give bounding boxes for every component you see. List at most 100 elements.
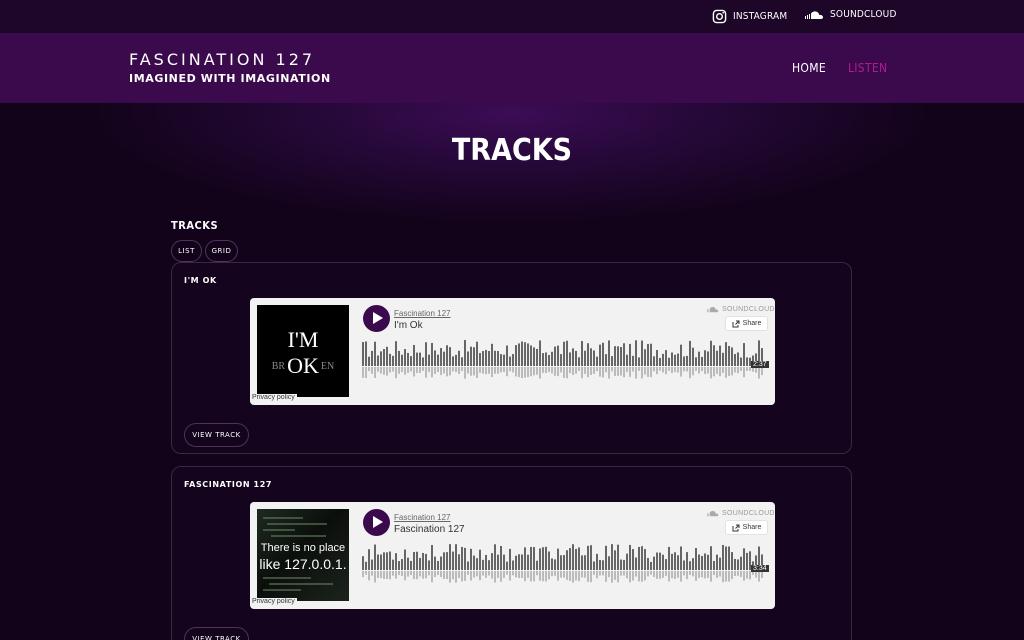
waveform-bar-reflection [431,571,433,583]
soundcloud-brand[interactable]: SOUNDCLOUD [705,510,775,517]
waveform-bar-reflection [578,571,580,582]
waveform-bar-reflection [503,571,505,578]
soundcloud-brand-label: SOUNDCLOUD [722,510,775,517]
waveform-bar-reflection [677,367,679,373]
waveform-bar [455,544,457,570]
waveform-bar [578,547,580,570]
play-button[interactable] [363,509,390,536]
waveform-bar-reflection [629,367,631,377]
waveform-bar-reflection [362,367,364,378]
waveform-bar [530,546,532,570]
waveform-bar [365,561,367,570]
waveform-bar-reflection [413,367,415,377]
waveform-bar [512,560,514,570]
waveform-bar [656,552,658,570]
site-title[interactable]: FASCINATION 127 [129,50,315,69]
grid-view-button[interactable]: GRID [205,240,238,262]
waveform-bar [377,554,379,570]
share-button[interactable]: Share [725,316,768,331]
waveform-bar [386,552,388,570]
waveform-bar [587,545,589,570]
waveform-bar-reflection [563,367,565,378]
artwork-text-left: BR [271,360,286,372]
waveform-bar-reflection [452,367,454,372]
view-track-button[interactable]: VIEW TRACK [184,627,249,640]
waveform-bar [737,352,739,366]
waveform-bar-reflection [479,571,481,581]
view-track-button[interactable]: VIEW TRACK [184,423,249,447]
waveform-bar [518,554,520,570]
waveform-bar [620,347,622,366]
soundcloud-brand[interactable]: SOUNDCLOUD [705,306,775,313]
waveform-bar-reflection [527,367,529,378]
waveform-bar [440,348,442,366]
waveform-bar-reflection [497,367,499,374]
waveform-bar [605,354,607,366]
waveform-bar [458,350,460,366]
waveform-bar-reflection [638,367,640,371]
waveform-bar-reflection [653,571,655,578]
track-artwork[interactable]: I'M BR OK EN [257,305,349,397]
waveform-bar [482,559,484,570]
waveform-bar-reflection [746,571,748,579]
waveform-bar-reflection [758,367,760,379]
waveform-bar-reflection [647,571,649,577]
waveform-bar-reflection [440,571,442,578]
waveform-bar-reflection [584,571,586,578]
waveform-bar [734,354,736,366]
waveform-bar [446,345,448,366]
nav-listen[interactable]: LISTEN [848,61,887,75]
waveform-bar [497,554,499,570]
waveform-bar-reflection [560,571,562,578]
privacy-policy-link[interactable]: Privacy policy [250,598,297,605]
share-label: Share [742,320,762,327]
track-name[interactable]: Fascination 127 [394,524,465,535]
instagram-link[interactable]: INSTAGRAM [712,9,787,24]
waveform-bar-reflection [587,571,589,582]
list-view-button[interactable]: LIST [171,240,202,262]
artist-link[interactable]: Fascination 127 [394,309,450,318]
waveform-bar-reflection [692,367,694,376]
waveform[interactable] [362,338,770,382]
waveform-bar [506,561,508,570]
play-button[interactable] [363,305,390,332]
waveform-bar-reflection [641,571,643,582]
soundcloud-link[interactable]: SOUNDCLOUD [804,9,897,20]
waveform-bar-reflection [470,367,472,376]
nav-home[interactable]: HOME [792,61,826,75]
waveform-bar-reflection [695,571,697,581]
waveform-bar-reflection [533,571,535,582]
waveform[interactable] [362,542,770,586]
waveform-bar-reflection [479,367,481,373]
track-name[interactable]: I'm Ok [394,320,423,331]
share-button[interactable]: Share [725,520,768,535]
waveform-bar [371,559,373,570]
waveform-bar [611,544,613,570]
waveform-bar-reflection [530,571,532,582]
waveform-bar [425,553,427,570]
waveform-bar-reflection [632,367,634,372]
waveform-bar-reflection [365,367,367,379]
waveform-bar [602,342,604,366]
waveform-bar [404,349,406,366]
artist-link[interactable]: Fascination 127 [394,513,450,522]
privacy-policy-link[interactable]: Privacy policy [250,394,297,401]
waveform-bar [449,347,451,366]
waveform-bar-reflection [647,367,649,377]
waveform-bar-reflection [536,571,538,576]
waveform-bar [488,351,490,366]
waveform-bar-reflection [527,571,529,578]
waveform-bar-reflection [392,367,394,372]
waveform-bar-reflection [623,367,625,378]
track-artwork[interactable]: There is no place like 127.0.0.1. [257,509,349,601]
waveform-bar [563,555,565,570]
waveform-bar-reflection [740,367,742,371]
waveform-bar-reflection [587,367,589,378]
instagram-icon [712,9,727,24]
waveform-bar [620,559,622,570]
waveform-bar [710,546,712,570]
waveform-bar [473,555,475,570]
waveform-bar-reflection [506,367,508,377]
waveform-bar [389,353,391,366]
waveform-bar-reflection [518,571,520,579]
